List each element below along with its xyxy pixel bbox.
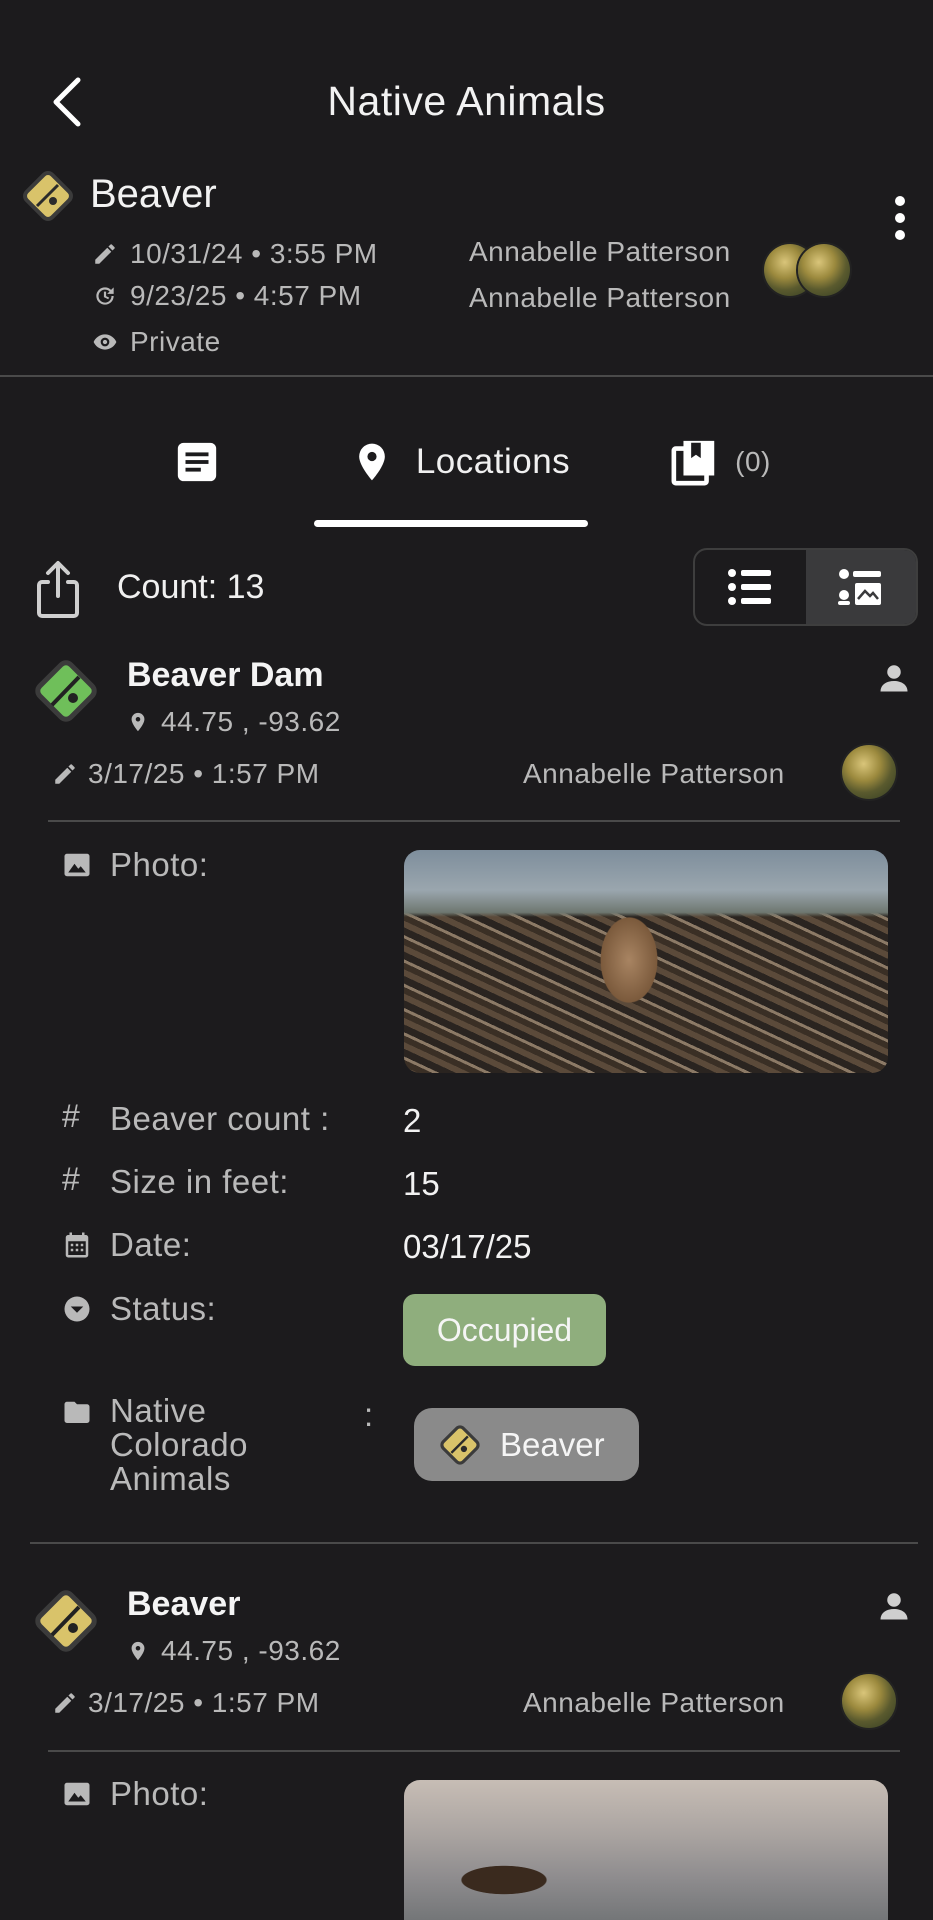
- date-value: 03/17/25: [403, 1228, 532, 1265]
- list-view-button[interactable]: [695, 550, 806, 624]
- header-divider: [0, 375, 933, 377]
- detail-list-icon: [837, 569, 881, 605]
- eye-icon: [93, 334, 117, 350]
- pencil-icon: [55, 764, 75, 784]
- location-pin-icon: [131, 712, 145, 732]
- location-edited-line: 3/17/25 • 1:57 PM: [52, 1687, 320, 1719]
- status-field-label: Status:: [62, 1290, 216, 1328]
- count-value: 2: [403, 1102, 422, 1139]
- visibility-label: Private: [130, 326, 221, 357]
- person-icon[interactable]: [876, 660, 912, 696]
- page-title: Native Animals: [327, 78, 606, 124]
- updated-by: Annabelle Patterson: [469, 282, 731, 313]
- created-by: Annabelle Patterson: [469, 236, 731, 267]
- date-field-label: Date:: [62, 1226, 191, 1264]
- pencil-icon: [95, 244, 115, 264]
- tab-locations-label: Locations: [415, 442, 571, 481]
- collections-icon: [671, 440, 715, 486]
- tab-collections-count: (0): [735, 446, 771, 477]
- created-line: 10/31/24 • 3:55 PM: [92, 238, 378, 270]
- notes-icon: [177, 442, 217, 482]
- location-edited-line: 3/17/25 • 1:57 PM: [52, 758, 320, 790]
- tab-notes[interactable]: [150, 426, 266, 498]
- detail-view-button[interactable]: [805, 550, 916, 624]
- count-field-label: # Beaver count :: [62, 1098, 330, 1137]
- location-pin-icon: [131, 1641, 145, 1661]
- location-title[interactable]: Beaver: [127, 1585, 240, 1624]
- image-icon: [64, 853, 90, 877]
- card-divider: [48, 1750, 900, 1752]
- view-toggle: [693, 548, 918, 626]
- location-photo[interactable]: [404, 850, 888, 1073]
- size-field-label: # Size in feet:: [62, 1161, 289, 1200]
- share-button[interactable]: [34, 558, 82, 620]
- calendar-icon: [65, 1232, 89, 1258]
- more-options-button[interactable]: [882, 192, 918, 248]
- tab-indicator: [314, 520, 588, 527]
- edited-date: 3/17/25 • 1:57 PM: [88, 1687, 320, 1718]
- location-coords: 44.75 , -93.62: [127, 706, 341, 738]
- location-badge-icon: [30, 655, 102, 727]
- beaver-badge-icon: [440, 1424, 480, 1465]
- location-author: Annabelle Patterson: [523, 758, 785, 789]
- group-field-label: Native Colorado Animals: [62, 1394, 248, 1496]
- location-coords: 44.75 , -93.62: [127, 1635, 341, 1667]
- group-colon: :: [364, 1396, 374, 1433]
- location-pin-icon: [358, 443, 385, 481]
- updated-line: 9/23/25 • 4:57 PM: [92, 280, 362, 312]
- folder-icon: [64, 1401, 90, 1423]
- photo-field-label: Photo:: [62, 1775, 208, 1813]
- group-chip[interactable]: Beaver: [414, 1408, 639, 1481]
- avatar: [840, 743, 898, 801]
- location-photo[interactable]: [404, 1780, 888, 1920]
- location-badge-icon: [30, 1585, 102, 1657]
- coords-text: 44.75 , -93.62: [161, 706, 341, 737]
- list-icon: [728, 569, 772, 605]
- edited-date: 3/17/25 • 1:57 PM: [88, 758, 320, 789]
- card-divider: [48, 820, 900, 822]
- group-chip-label: Beaver: [500, 1425, 605, 1463]
- share-icon: [37, 561, 79, 618]
- person-icon[interactable]: [876, 1588, 912, 1624]
- location-author: Annabelle Patterson: [523, 1687, 785, 1718]
- dropdown-circle-icon: [64, 1296, 90, 1322]
- updated-date: 9/23/25 • 4:57 PM: [130, 280, 362, 311]
- location-title[interactable]: Beaver Dam: [127, 656, 324, 695]
- image-icon: [64, 1782, 90, 1806]
- visibility-line: Private: [92, 326, 221, 358]
- more-vert-icon: [895, 196, 905, 240]
- count-label: Count: 13: [117, 568, 265, 606]
- record-badge-icon: [20, 168, 76, 224]
- pencil-icon: [55, 1693, 75, 1713]
- card-separator: [30, 1542, 918, 1544]
- tab-collections[interactable]: (0): [660, 426, 780, 498]
- tab-locations[interactable]: Locations: [330, 426, 590, 498]
- size-value: 15: [403, 1165, 440, 1202]
- history-icon: [96, 287, 114, 305]
- coords-text: 44.75 , -93.62: [161, 1635, 341, 1666]
- avatar: [840, 1672, 898, 1730]
- hash-icon: #: [62, 1161, 81, 1197]
- record-name: Beaver: [90, 172, 217, 216]
- avatar: [796, 242, 852, 298]
- photo-field-label: Photo:: [62, 846, 208, 884]
- created-date: 10/31/24 • 3:55 PM: [130, 238, 378, 269]
- status-chip[interactable]: Occupied: [403, 1294, 606, 1366]
- hash-icon: #: [62, 1098, 81, 1134]
